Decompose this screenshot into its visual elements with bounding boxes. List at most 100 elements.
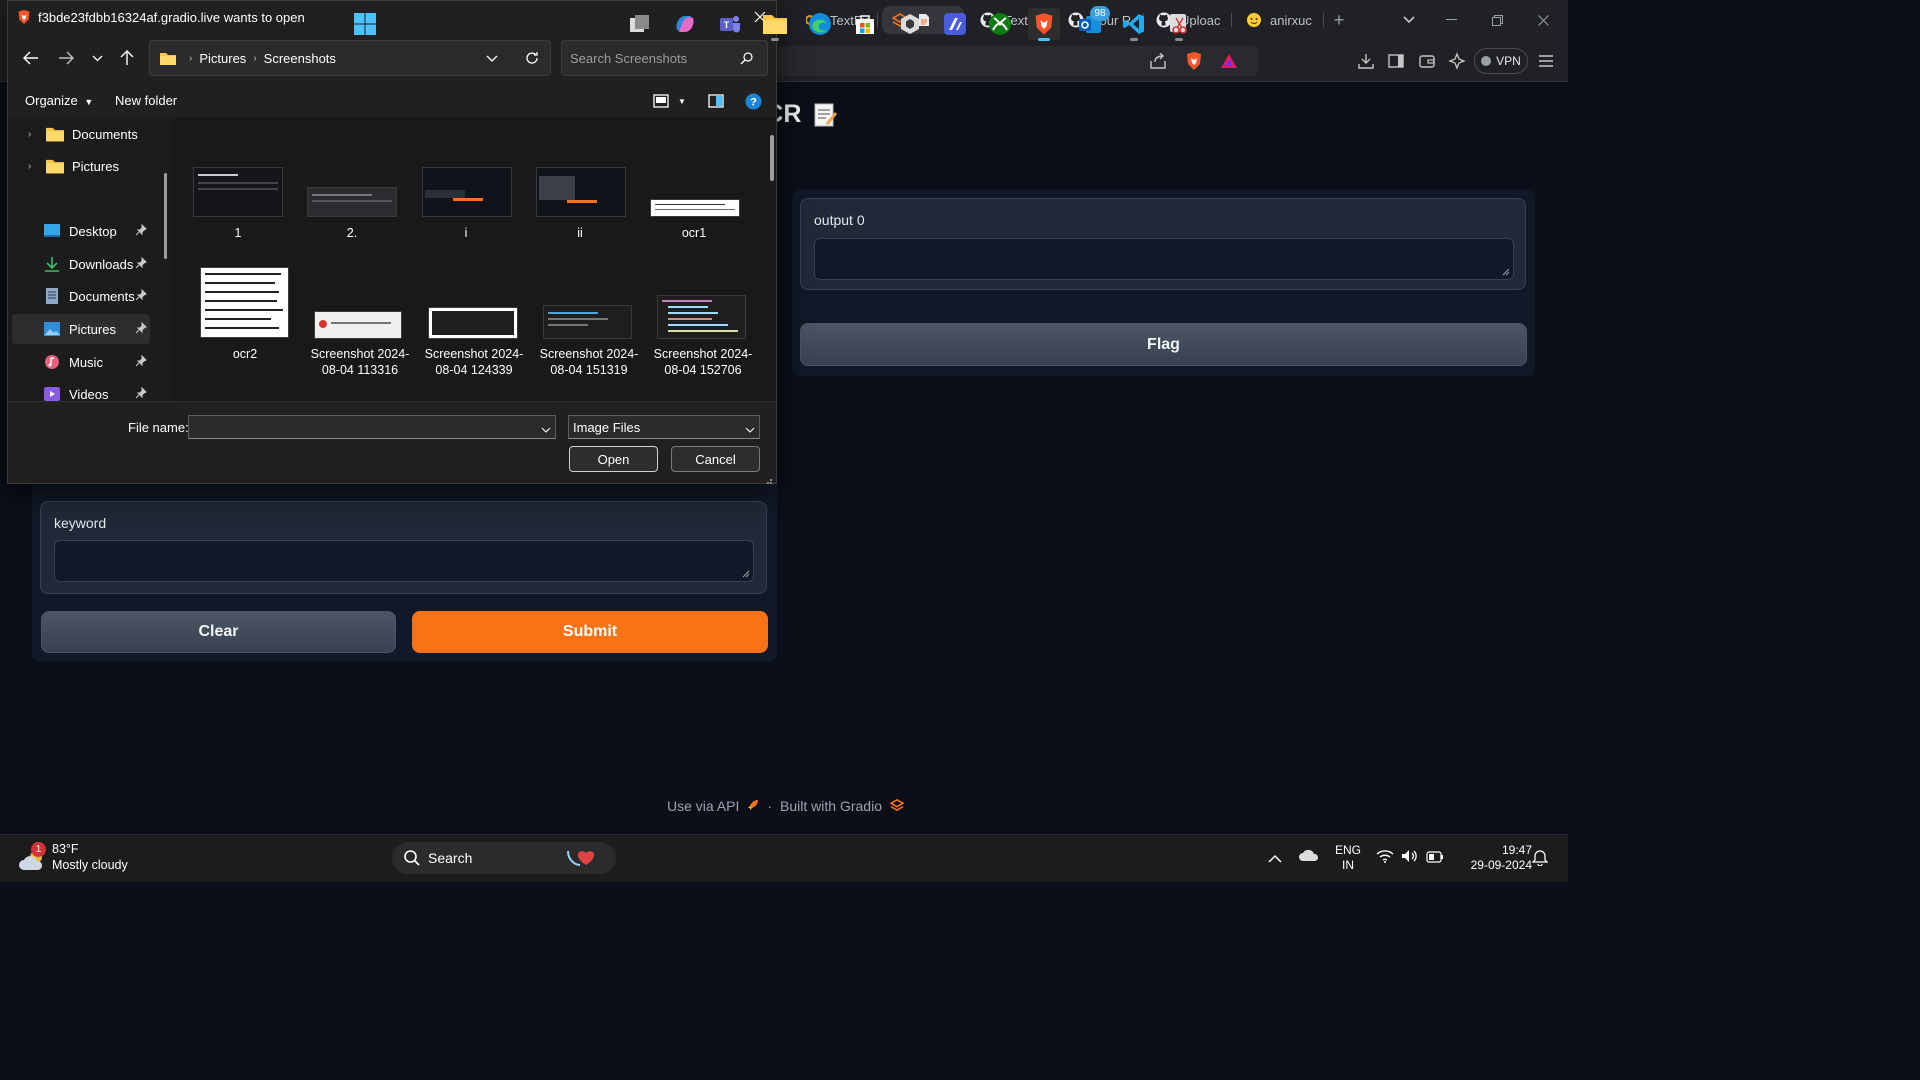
- thumbnail-ocr2[interactable]: [200, 267, 289, 338]
- nav-scrollbar[interactable]: [164, 173, 167, 259]
- resize-grip-icon[interactable]: [1502, 268, 1510, 276]
- breadcrumb-screenshots[interactable]: Screenshots: [264, 51, 336, 66]
- wallet-icon[interactable]: [1417, 51, 1437, 71]
- outlook-app[interactable]: 98: [1074, 6, 1110, 40]
- taskbar-search[interactable]: Search: [392, 842, 616, 874]
- microsoft-store-app[interactable]: [849, 8, 881, 40]
- flag-button[interactable]: Flag: [800, 323, 1527, 366]
- clear-button[interactable]: Clear: [41, 611, 396, 653]
- nav-item-documents-tree[interactable]: › Documents: [12, 119, 150, 149]
- view-mode-icon[interactable]: [651, 91, 671, 111]
- expand-chevron-icon[interactable]: ›: [28, 161, 46, 172]
- sidebar-icon[interactable]: [1386, 51, 1406, 71]
- brave-shields-icon[interactable]: [1184, 51, 1204, 71]
- refresh-icon[interactable]: [524, 50, 540, 69]
- nav-item-desktop[interactable]: Desktop: [12, 216, 150, 246]
- brave-rewards-icon[interactable]: [1219, 51, 1239, 71]
- tab-search-chevron-icon[interactable]: [1386, 0, 1432, 40]
- resize-grip-icon[interactable]: [742, 570, 750, 578]
- search-input[interactable]: Search Screenshots: [561, 40, 768, 76]
- file-name-dropdown-icon[interactable]: [541, 422, 551, 437]
- edge-app[interactable]: [804, 8, 836, 40]
- show-hidden-icons-chevron-icon[interactable]: [1268, 850, 1282, 868]
- copilot-app[interactable]: [669, 8, 701, 40]
- organize-menu[interactable]: Organize ▼: [25, 93, 93, 108]
- forward-arrow-icon[interactable]: [55, 47, 77, 69]
- file-name-screenshot-113316[interactable]: Screenshot 2024-08-04 113316: [310, 346, 410, 378]
- nav-item-music[interactable]: Music: [12, 347, 150, 377]
- output-textbox[interactable]: [814, 238, 1514, 280]
- back-arrow-icon[interactable]: [20, 47, 42, 69]
- thumbnail-1[interactable]: [193, 167, 283, 217]
- weather-widget[interactable]: 1 83°F Mostly cloudy: [14, 842, 144, 876]
- language-indicator[interactable]: ENG IN: [1330, 843, 1366, 873]
- file-name-i[interactable]: i: [416, 225, 516, 241]
- file-name-screenshot-124339[interactable]: Screenshot 2024-08-04 124339: [424, 346, 524, 378]
- thumbnail-screenshot-124339[interactable]: [428, 307, 518, 339]
- built-with-gradio-link[interactable]: Built with Gradio: [780, 798, 882, 814]
- onedrive-icon[interactable]: [1298, 848, 1320, 867]
- vscode-app[interactable]: [1118, 8, 1150, 41]
- thumbnail-screenshot-151319[interactable]: [543, 305, 632, 339]
- nav-item-documents[interactable]: Documents: [12, 281, 150, 311]
- preview-pane-icon[interactable]: [706, 91, 726, 111]
- help-icon[interactable]: ?: [743, 91, 763, 111]
- nav-item-pictures[interactable]: Pictures: [12, 314, 150, 344]
- address-dropdown-icon[interactable]: [486, 51, 498, 66]
- leo-ai-icon[interactable]: [1447, 51, 1467, 71]
- xbox-app[interactable]: [984, 8, 1016, 40]
- new-folder-button[interactable]: New folder: [115, 93, 177, 108]
- thumbnail-ocr1[interactable]: [650, 199, 740, 217]
- tab-huggingface[interactable]: anirxuc: [1236, 6, 1324, 34]
- use-via-api-link[interactable]: Use via API: [667, 798, 739, 814]
- file-name-ocr2[interactable]: ocr2: [195, 346, 295, 362]
- file-name-input[interactable]: [188, 415, 556, 439]
- clock[interactable]: 19:47 29-09-2024: [1452, 843, 1532, 873]
- vpn-button[interactable]: VPN: [1474, 48, 1528, 74]
- task-view-button[interactable]: [624, 8, 656, 40]
- file-name-ocr1[interactable]: ocr1: [644, 225, 744, 241]
- file-list-scrollbar[interactable]: [770, 135, 774, 181]
- file-name-screenshot-151319[interactable]: Screenshot 2024-08-04 151319: [539, 346, 639, 378]
- battery-icon[interactable]: [1426, 850, 1444, 868]
- thumbnail-screenshot-152706[interactable]: [657, 295, 746, 339]
- breadcrumb-pictures[interactable]: Pictures: [199, 51, 246, 66]
- downloads-icon[interactable]: [1356, 51, 1376, 71]
- nav-item-pictures-tree[interactable]: › Pictures: [12, 151, 150, 181]
- file-name-2[interactable]: 2.: [302, 225, 402, 241]
- up-arrow-icon[interactable]: [116, 47, 138, 69]
- menu-icon[interactable]: [1536, 51, 1556, 71]
- brave-browser-app[interactable]: [1028, 8, 1060, 41]
- nav-item-downloads[interactable]: Downloads: [12, 249, 150, 279]
- thumbnail-2[interactable]: [307, 187, 397, 217]
- thumbnail-screenshot-113316[interactable]: [314, 311, 402, 339]
- start-button[interactable]: [349, 8, 381, 40]
- thumbnail-ii[interactable]: [536, 167, 626, 217]
- share-icon[interactable]: [1148, 51, 1168, 71]
- submit-button[interactable]: Submit: [412, 611, 768, 653]
- unity-hub-app[interactable]: [894, 8, 926, 40]
- notification-bell-icon[interactable]: [1531, 848, 1549, 871]
- new-tab-icon[interactable]: +: [1316, 0, 1362, 40]
- resize-handle-icon[interactable]: [764, 472, 773, 490]
- recent-locations-chevron-icon[interactable]: [87, 47, 107, 69]
- minimize-icon[interactable]: [1428, 0, 1474, 40]
- view-mode-chevron-icon[interactable]: ▼: [676, 91, 688, 111]
- thumbnail-i[interactable]: [422, 167, 512, 217]
- expand-chevron-icon[interactable]: ›: [28, 129, 46, 140]
- close-window-icon[interactable]: [1520, 0, 1566, 40]
- snipping-tool-app[interactable]: [1163, 8, 1195, 41]
- file-name-ii[interactable]: ii: [530, 225, 630, 241]
- wifi-icon[interactable]: [1376, 849, 1394, 868]
- file-type-select[interactable]: Image Files: [568, 415, 760, 439]
- autodesk-app[interactable]: [939, 8, 971, 40]
- volume-icon[interactable]: [1401, 849, 1419, 868]
- teams-app[interactable]: T: [714, 8, 746, 40]
- cancel-button[interactable]: Cancel: [671, 446, 760, 472]
- file-name-screenshot-152706[interactable]: Screenshot 2024-08-04 152706: [653, 346, 753, 378]
- restore-icon[interactable]: [1474, 0, 1520, 40]
- file-explorer-app[interactable]: [759, 8, 791, 41]
- file-name-1[interactable]: 1: [188, 225, 288, 241]
- keyword-input[interactable]: [54, 540, 754, 582]
- open-button[interactable]: Open: [569, 446, 658, 472]
